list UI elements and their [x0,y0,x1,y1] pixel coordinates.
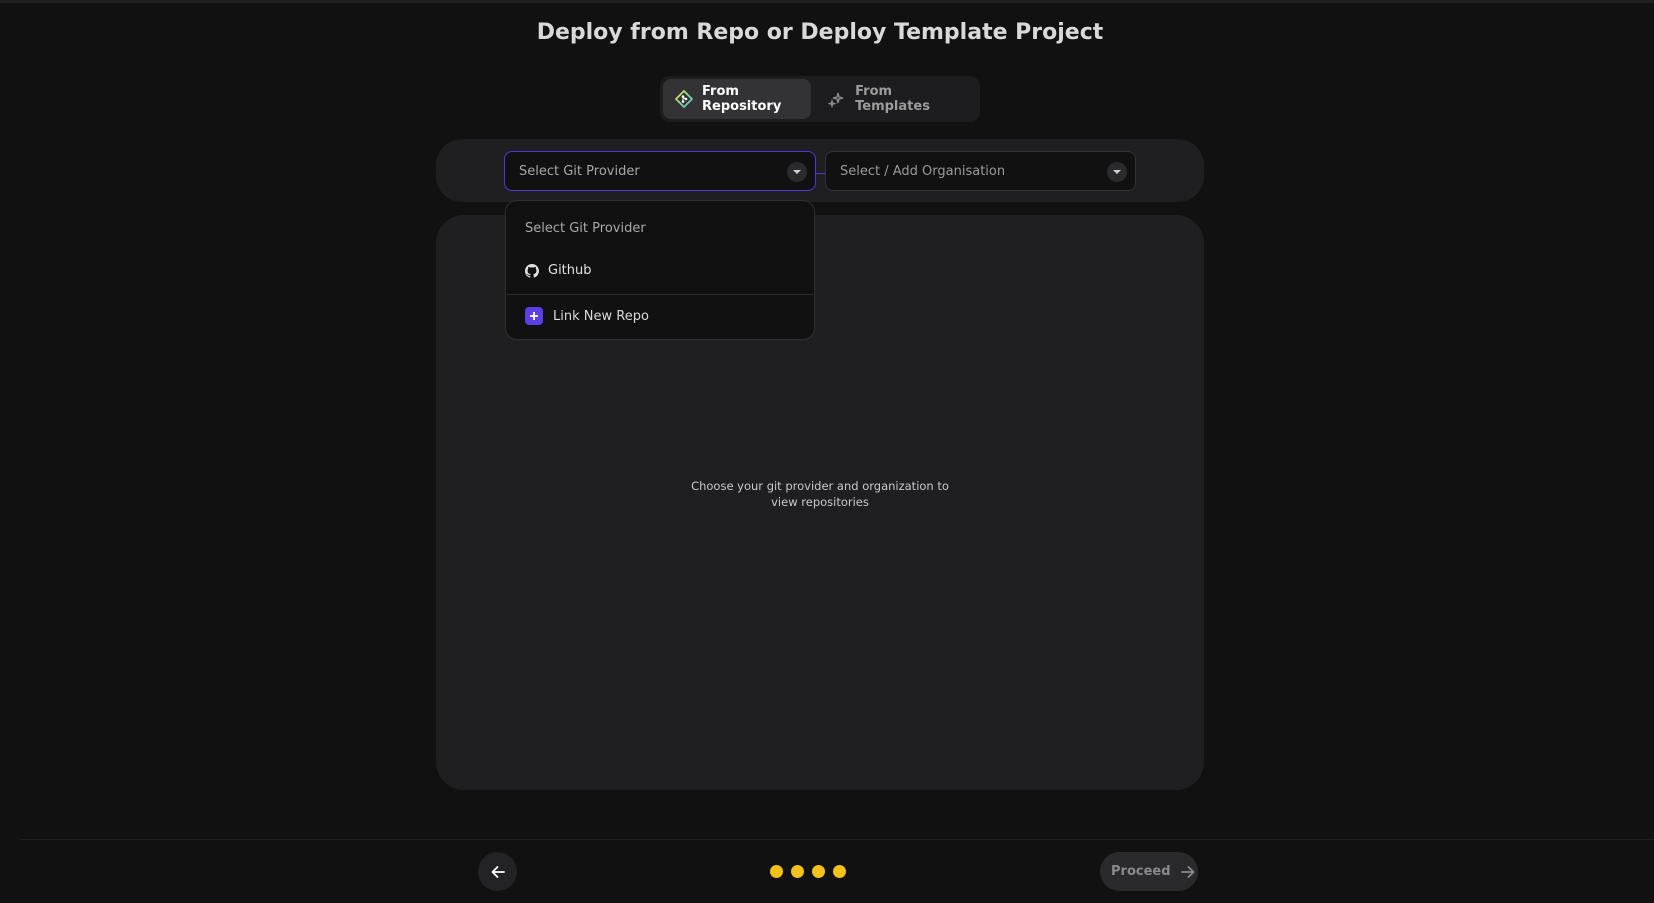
dropdown-divider [506,294,814,295]
step-indicator [770,865,846,878]
chevron-down-icon [787,162,807,182]
git-diamond-icon [675,89,693,109]
select-connector [816,173,825,174]
link-new-repo-button[interactable]: Link New Repo [525,307,814,325]
empty-state-message: Choose your git provider and organizatio… [691,479,949,509]
github-icon [525,263,539,278]
dropdown-placeholder[interactable]: Select Git Provider [525,221,814,236]
back-button[interactable] [478,852,517,891]
option-github-label: Github [548,263,592,278]
git-provider-dropdown: Select Git Provider Github Link New Repo [505,200,815,340]
tab-from-templates[interactable]: From Templates [811,79,977,119]
step-dot [791,865,804,878]
footer-divider [20,839,1654,840]
organisation-select[interactable]: Select / Add Organisation [825,151,1136,191]
source-tab-switch: From Repository From Templates [660,76,980,122]
plus-icon [525,307,543,325]
page-title: Deploy from Repo or Deploy Template Proj… [536,20,1104,45]
tab-from-repository[interactable]: From Repository [663,79,812,119]
dropdown-placeholder-label: Select Git Provider [525,221,646,236]
tab-from-repository-label: From Repository [702,84,782,114]
top-border [0,0,1654,3]
git-provider-select[interactable]: Select Git Provider [504,151,816,191]
step-dot [833,865,846,878]
organisation-select-value: Select / Add Organisation [840,163,1006,179]
chevron-down-icon [1107,162,1127,182]
sparkle-icon [827,89,846,109]
arrow-left-icon [491,865,505,879]
proceed-label: Proceed [1111,864,1171,879]
tab-from-templates-label: From Templates [855,84,930,114]
deploy-page: Deploy from Repo or Deploy Template Proj… [0,0,1654,903]
link-new-repo-label: Link New Repo [553,308,649,324]
git-provider-select-value: Select Git Provider [519,163,640,179]
option-github[interactable]: Github [525,263,814,278]
proceed-button[interactable]: Proceed [1100,852,1198,891]
arrow-right-icon [1180,865,1195,879]
step-dot [770,865,783,878]
step-dot [812,865,825,878]
